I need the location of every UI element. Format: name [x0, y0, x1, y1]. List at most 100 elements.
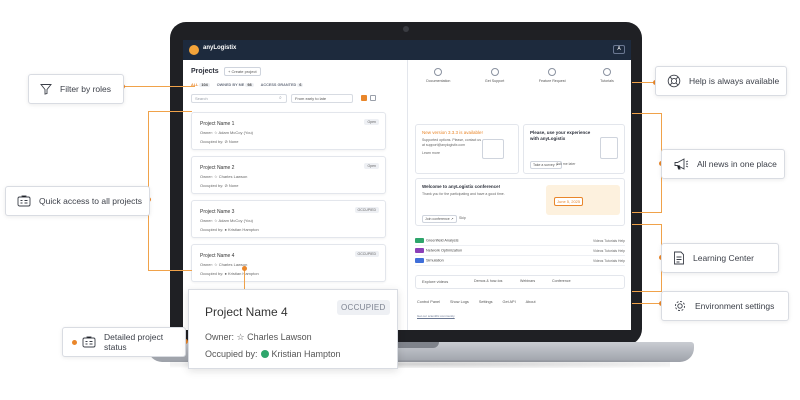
control-panel-link[interactable]: Control Panel [417, 300, 440, 304]
tutorials-icon [602, 68, 611, 76]
project-owner: Owner: ☆ Adam McCoy (You) [200, 130, 254, 135]
top-navbar: anyLogistix A [183, 40, 631, 60]
tutorials-link[interactable]: Tutorials [600, 68, 614, 94]
zoom-project-name: Project Name 4 [205, 305, 288, 319]
webinars-link[interactable]: Webinars [520, 279, 535, 283]
app-links[interactable]: Videos Tutorials Help [593, 259, 625, 263]
create-project-button[interactable]: + Create project [224, 67, 261, 76]
app-row-no[interactable]: Network Optimization Videos Tutorials He… [415, 248, 625, 256]
survey-title: Please, use your experience with anyLogi… [530, 130, 591, 141]
feature-request-link[interactable]: Feature Request [539, 68, 566, 94]
connector-line [632, 113, 662, 114]
gfa-chip [415, 238, 424, 243]
connector-line [148, 111, 192, 112]
support-link[interactable]: Get Support [485, 68, 504, 94]
about-link[interactable]: About [526, 300, 536, 304]
connector-line [244, 268, 245, 290]
version-learn-more-link[interactable]: Learn more [422, 151, 440, 156]
connector-line [632, 303, 662, 304]
version-illustration [482, 139, 504, 159]
project-owner: Owner: ☆ Charles Lawson [200, 174, 248, 179]
sim-chip [415, 258, 424, 263]
role-filter-tabs: ALL 104 OWNED BY ME 98 ACCESS GRANTED 6 [191, 83, 304, 87]
documentation-link[interactable]: Documentation [426, 68, 450, 94]
projects-icon [17, 195, 31, 207]
connector-line [122, 86, 195, 87]
conference-text: Thank you for the participating and have… [422, 192, 505, 196]
callout-help: Help is always available [655, 66, 787, 96]
show-logs-link[interactable]: Show Logs [450, 300, 469, 304]
zoom-occupied-line: Occupied by: Kristian Hampton [205, 349, 341, 359]
project-occupied: Occupied by: ⊘ None [200, 183, 239, 188]
connector-dot [242, 266, 247, 271]
zoom-owner-line: Owner: ☆ Charles Lawson [205, 332, 312, 342]
conference-date: June 5, 2025 [554, 197, 584, 206]
project-name: Project Name 1 [200, 121, 235, 127]
filter-tab-access[interactable]: ACCESS GRANTED 6 [261, 83, 304, 87]
no-chip [415, 248, 424, 253]
connector-line [632, 212, 662, 213]
status-badge: Open [364, 163, 379, 169]
app-logo-icon [189, 45, 199, 55]
occupied-status-icon [260, 350, 269, 358]
project-owner: Owner: ☆ Charles Lawson [200, 262, 248, 267]
project-owner: Owner: ☆ Adam McCoy (You) [200, 218, 254, 223]
connector-line [632, 291, 662, 292]
ask-later-link[interactable]: Ask me later [556, 162, 575, 167]
survey-panel: Please, use your experience with anyLogi… [523, 124, 625, 174]
project-occupied: Occupied by: ● Kristian Hampton [200, 227, 259, 232]
search-icon: ⌕ [279, 95, 282, 101]
user-menu-button[interactable]: A [613, 45, 625, 54]
environment-settings-row: Control Panel Show Logs Settings Get API… [417, 300, 536, 304]
project-card[interactable]: Project Name 2 Open Owner: ☆ Charles Law… [191, 156, 386, 194]
skip-link[interactable]: Skip [459, 216, 466, 221]
explore-videos-panel: Explore videos Demos & how-tos Webinars … [415, 275, 625, 289]
conference-link[interactable]: Conference [552, 279, 571, 283]
callout-learning: Learning Center [661, 243, 779, 273]
sort-select[interactable]: From early to late [291, 94, 353, 103]
megaphone-icon [674, 158, 689, 170]
app-row-gfa[interactable]: Greenfield Analysis Videos Tutorials Hel… [415, 238, 625, 246]
version-text: Supported options. Please, contact us at… [422, 138, 481, 147]
document-icon [674, 251, 684, 265]
app-name: anyLogistix [203, 45, 237, 51]
projects-title: Projects [191, 68, 219, 75]
quick-links: Documentation Get Support Feature Reques… [409, 68, 631, 94]
conference-panel: Welcome to anyLogistix conference! Thank… [415, 178, 625, 226]
join-conference-button[interactable]: Join conference ↗ [422, 215, 457, 223]
project-card[interactable]: Project Name 4 OCCUPIED Owner: ☆ Charles… [191, 244, 386, 282]
list-view-icon[interactable] [370, 95, 376, 101]
zoom-status-badge: OCCUPIED [337, 300, 390, 315]
callout-project-status: Detailed project status [62, 327, 186, 357]
survey-illustration [600, 137, 618, 159]
status-card-icon [82, 336, 96, 348]
zoomed-project-card: Project Name 4 OCCUPIED Owner: ☆ Charles… [188, 289, 398, 369]
app-screen: anyLogistix A Projects + Create project … [183, 40, 631, 330]
callout-environment: Environment settings [661, 291, 789, 321]
settings-link[interactable]: Settings [479, 300, 493, 304]
connector-line [632, 224, 662, 225]
project-name: Project Name 2 [200, 165, 235, 171]
project-card[interactable]: Project Name 1 Open Owner: ☆ Adam McCoy … [191, 112, 386, 150]
demos-link[interactable]: Demos & how-tos [474, 279, 502, 283]
explore-videos-label: Explore videos [422, 279, 449, 284]
gear-icon [674, 300, 686, 312]
project-occupied: Occupied by: ● Kristian Hampton [200, 271, 259, 276]
app-row-sim[interactable]: Simulation Videos Tutorials Help [415, 258, 625, 266]
version-title: New version 3.3.3 is available! [422, 130, 483, 135]
callout-quick-access: Quick access to all projects [5, 186, 150, 216]
get-api-link[interactable]: Get API [503, 300, 516, 304]
conference-title: Welcome to anyLogistix conference! [422, 184, 501, 189]
filter-tab-owned[interactable]: OWNED BY ME 98 [217, 83, 254, 87]
project-occupied: Occupied by: ⊘ None [200, 139, 239, 144]
status-badge: Open [364, 119, 379, 125]
app-links[interactable]: Videos Tutorials Help [593, 239, 625, 243]
project-name: Project Name 4 [200, 253, 235, 259]
project-search-input[interactable]: Search [191, 94, 287, 103]
lightbulb-icon [548, 68, 557, 76]
community-link[interactable]: Get our scientific community [417, 314, 455, 318]
star-icon: ☆ [236, 332, 245, 342]
grid-view-icon[interactable] [361, 95, 367, 101]
app-links[interactable]: Videos Tutorials Help [593, 249, 625, 253]
project-card[interactable]: Project Name 3 OCCUPIED Owner: ☆ Adam Mc… [191, 200, 386, 238]
